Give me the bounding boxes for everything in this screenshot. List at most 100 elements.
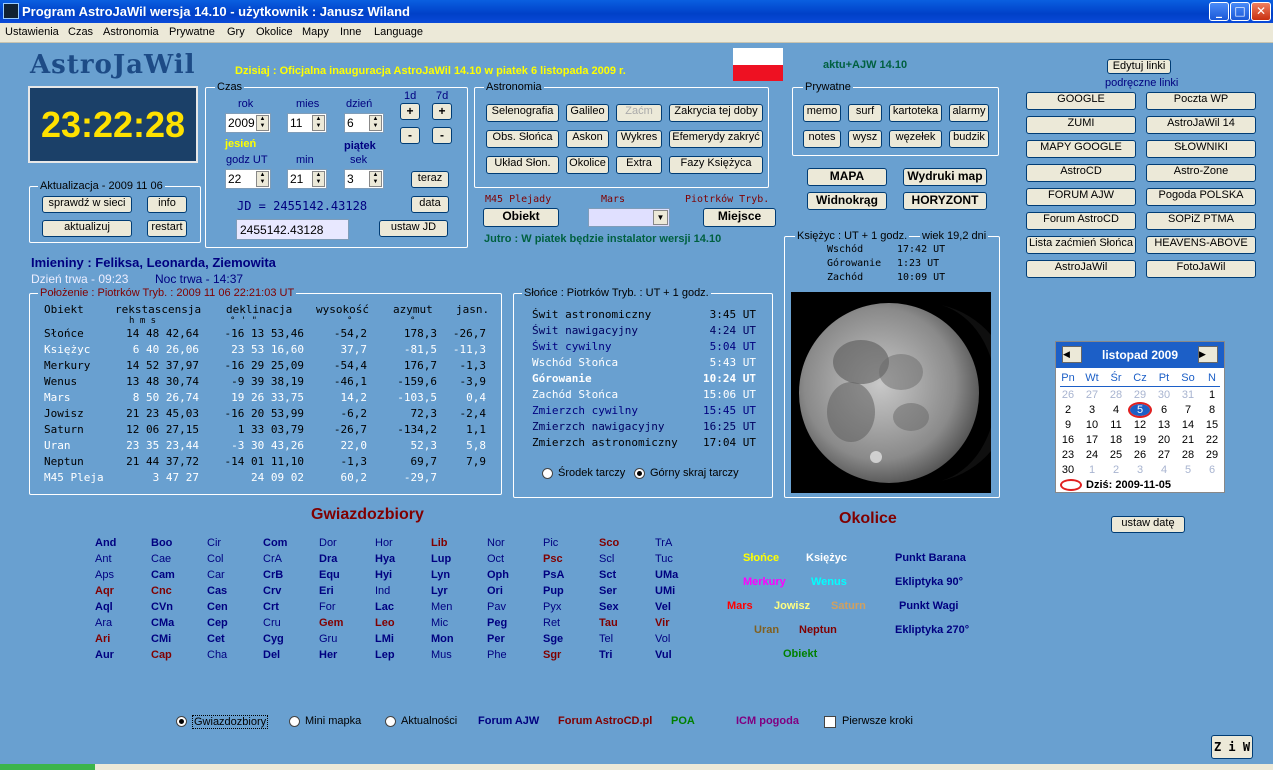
map-button[interactable]: MAPA xyxy=(807,168,887,186)
calendar-today[interactable]: Dziś: 2009-11-05 xyxy=(1086,479,1171,491)
constellation-link[interactable]: Cnc xyxy=(151,585,172,597)
constellation-link[interactable]: Ret xyxy=(543,617,560,629)
menu-czas[interactable]: Czas xyxy=(68,26,93,38)
constellation-link[interactable]: Com xyxy=(263,537,287,549)
calendar-day[interactable]: 4 xyxy=(1104,404,1128,416)
okolice-item[interactable]: Słońce xyxy=(743,552,779,564)
wezelek-button[interactable]: węzełek xyxy=(889,130,942,148)
constellation-link[interactable]: Gem xyxy=(319,617,343,629)
constellation-link[interactable]: Ori xyxy=(487,585,503,597)
restart-button[interactable]: restart xyxy=(147,220,187,237)
constellation-link[interactable]: Lep xyxy=(375,649,395,661)
constellation-link[interactable]: UMi xyxy=(655,585,675,597)
disk-top-radio[interactable] xyxy=(634,468,645,479)
constellation-link[interactable]: Tau xyxy=(599,617,618,629)
spin-arrows-icon[interactable]: ▲ ▼ xyxy=(312,171,325,187)
object-select[interactable]: ▼ xyxy=(588,208,670,227)
horizon-button[interactable]: HORYZONT xyxy=(903,192,987,210)
search-button[interactable]: wysz xyxy=(848,130,882,148)
constellation-link[interactable]: Pic xyxy=(543,537,558,549)
spin-arrows-icon[interactable]: ▲ ▼ xyxy=(256,115,269,131)
calendar-day[interactable]: 5 xyxy=(1128,402,1152,418)
memo-button[interactable]: memo xyxy=(803,104,841,122)
link-button[interactable]: AstroJaWil 14 xyxy=(1146,116,1256,134)
calendar-day[interactable]: 21 xyxy=(1176,434,1200,446)
constellation-link[interactable]: Del xyxy=(263,649,280,661)
constellation-link[interactable]: Men xyxy=(431,601,452,613)
plus-1d-button[interactable]: + xyxy=(400,103,420,120)
calendar-day[interactable]: 12 xyxy=(1128,419,1152,431)
sun-observation-button[interactable]: Obs. Słońca xyxy=(486,130,559,148)
calendar-day[interactable]: 27 xyxy=(1152,449,1176,461)
constellation-link[interactable]: Oph xyxy=(487,569,509,581)
year-spinner[interactable]: 2009 ▲ ▼ xyxy=(225,113,271,133)
okolice-item[interactable]: Uran xyxy=(754,624,779,636)
link-button[interactable]: HEAVENS-ABOVE xyxy=(1146,236,1256,254)
constellation-link[interactable]: Cap xyxy=(151,649,172,661)
calendar-day[interactable]: 27 xyxy=(1080,389,1104,401)
constellation-link[interactable]: Crv xyxy=(263,585,281,597)
jd-input[interactable]: 2455142.43128 xyxy=(236,219,349,240)
menu-ustawienia[interactable]: Ustawienia xyxy=(5,26,59,38)
calendar-day[interactable]: 11 xyxy=(1104,419,1128,431)
constellation-link[interactable]: Pyx xyxy=(543,601,561,613)
place-button[interactable]: Miejsce xyxy=(703,208,776,227)
constellation-link[interactable]: Her xyxy=(319,649,337,661)
constellation-link[interactable]: Sco xyxy=(599,537,619,549)
spin-arrows-icon[interactable]: ▲ ▼ xyxy=(256,171,269,187)
constellation-link[interactable]: Aps xyxy=(95,569,114,581)
constellation-link[interactable]: Scl xyxy=(599,553,614,565)
constellation-link[interactable]: Cas xyxy=(207,585,227,597)
constellation-link[interactable]: Gru xyxy=(319,633,337,645)
constellation-link[interactable]: CVn xyxy=(151,601,173,613)
constellation-link[interactable]: And xyxy=(95,537,116,549)
app-icon[interactable] xyxy=(3,3,19,19)
constellation-link[interactable]: Lib xyxy=(431,537,448,549)
constellation-link[interactable]: Cep xyxy=(207,617,228,629)
menu-language[interactable]: Language xyxy=(374,26,423,38)
constellation-link[interactable]: Cam xyxy=(151,569,175,581)
close-button[interactable]: ✕ xyxy=(1251,2,1271,21)
constellation-link[interactable]: Cru xyxy=(263,617,281,629)
constellation-link[interactable]: Dor xyxy=(319,537,337,549)
calendar-day[interactable]: 1 xyxy=(1080,464,1104,476)
constellation-link[interactable]: Lyn xyxy=(431,569,450,581)
constellation-link[interactable]: Vul xyxy=(655,649,672,661)
calendar-day[interactable]: 31 xyxy=(1176,389,1200,401)
calendar-day[interactable]: 5 xyxy=(1176,464,1200,476)
okolice-item[interactable]: Ekliptyka 90° xyxy=(895,576,963,588)
link-button[interactable]: FORUM AJW xyxy=(1026,188,1136,206)
constellation-link[interactable]: Sgr xyxy=(543,649,561,661)
link-button[interactable]: AstroJaWil xyxy=(1026,260,1136,278)
occultation-ephemeris-button[interactable]: Efemerydy zakryć xyxy=(669,130,763,148)
constellation-link[interactable]: Mic xyxy=(431,617,448,629)
constellation-link[interactable]: Vel xyxy=(655,601,671,613)
constellation-link[interactable]: Cir xyxy=(207,537,221,549)
constellation-link[interactable]: Cyg xyxy=(263,633,284,645)
constellation-link[interactable]: Tuc xyxy=(655,553,673,565)
link-button[interactable]: Forum AstroCD xyxy=(1026,212,1136,230)
constellation-link[interactable]: Hor xyxy=(375,537,393,549)
edit-links-button[interactable]: Edytuj linki xyxy=(1107,59,1171,74)
budzik-button[interactable]: budzik xyxy=(949,130,989,148)
second-spinner[interactable]: 3 ▲ ▼ xyxy=(344,169,384,189)
calendar-day[interactable]: 17 xyxy=(1080,434,1104,446)
constellation-link[interactable]: Aqr xyxy=(95,585,114,597)
calendar-day[interactable]: 13 xyxy=(1152,419,1176,431)
link-button[interactable]: ZUMI xyxy=(1026,116,1136,134)
galileo-button[interactable]: Galileo xyxy=(566,104,609,122)
calendar-day[interactable]: 15 xyxy=(1200,419,1224,431)
calendar-day[interactable]: 24 xyxy=(1080,449,1104,461)
object-button[interactable]: Obiekt xyxy=(483,208,559,227)
selenografia-button[interactable]: Selenografia xyxy=(486,104,559,122)
constellation-link[interactable]: Pup xyxy=(543,585,564,597)
check-update-button[interactable]: sprawdź w sieci xyxy=(42,196,132,213)
constellation-link[interactable]: Tri xyxy=(599,649,612,661)
link-button[interactable]: Poczta WP xyxy=(1146,92,1256,110)
spin-arrows-icon[interactable]: ▲ ▼ xyxy=(312,115,325,131)
constellation-link[interactable]: Cha xyxy=(207,649,227,661)
calendar-day[interactable]: 30 xyxy=(1152,389,1176,401)
minus-7d-button[interactable]: - xyxy=(432,127,452,144)
constellation-link[interactable]: LMi xyxy=(375,633,394,645)
constellation-link[interactable]: Leo xyxy=(375,617,395,629)
